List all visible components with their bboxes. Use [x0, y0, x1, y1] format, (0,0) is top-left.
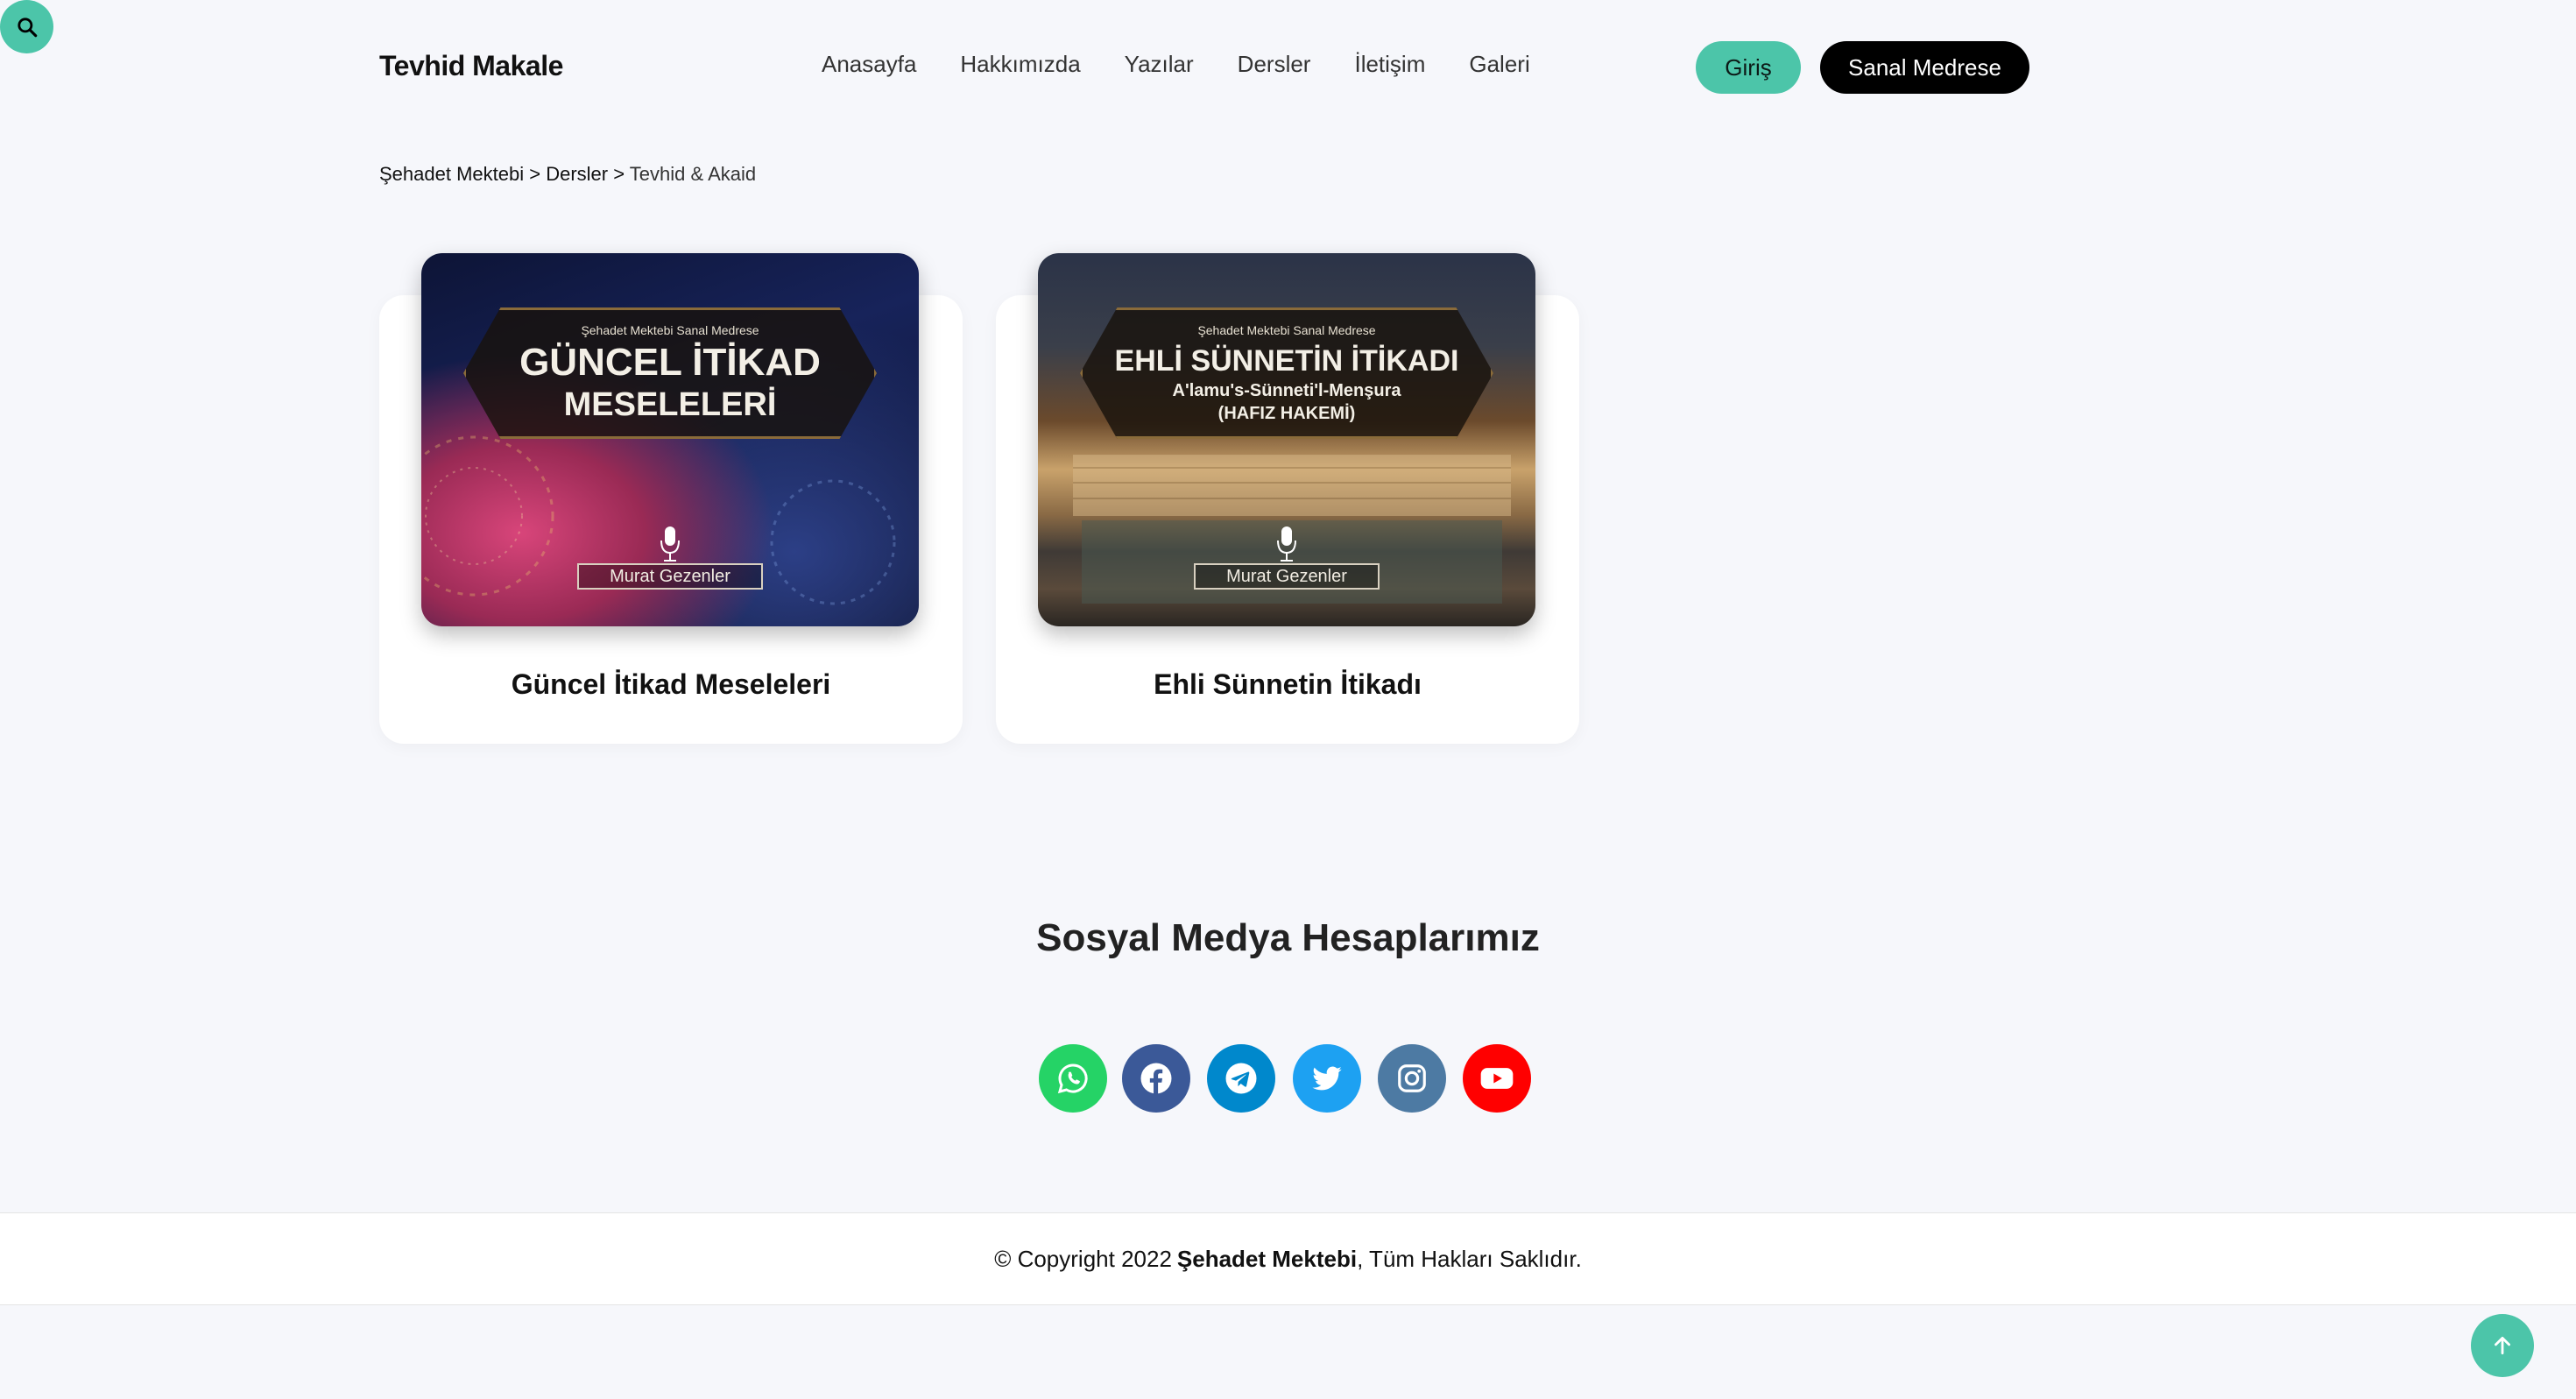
- course-card-ehli-sunnet[interactable]: Şehadet Mektebi Sanal Medrese EHLİ SÜNNE…: [996, 253, 1579, 744]
- twitter-icon: [1312, 1066, 1342, 1091]
- thumbnail-headline: GÜNCEL İTİKAD: [519, 341, 821, 384]
- course-thumbnail[interactable]: Şehadet Mektebi Sanal Medrese EHLİ SÜNNE…: [1038, 253, 1535, 626]
- search-button[interactable]: [0, 0, 53, 53]
- copyright-bar: © Copyright 2022 Şehadet Mektebi , Tüm H…: [0, 1212, 2576, 1305]
- thumbnail-headline: EHLİ SÜNNETİN İTİKADI: [1114, 344, 1459, 378]
- telegram-icon: [1225, 1063, 1257, 1094]
- nav-iletisim[interactable]: İletişim: [1354, 51, 1425, 78]
- instagram-icon: [1398, 1064, 1426, 1092]
- arrow-up-icon: [2495, 1336, 2510, 1355]
- site-header: Tevhid Makale Anasayfa Hakkımızda Yazıla…: [0, 0, 2576, 133]
- whatsapp-icon: [1057, 1063, 1088, 1094]
- copyright-prefix: © Copyright 2022: [994, 1245, 1172, 1272]
- copyright-owner: Şehadet Mektebi: [1176, 1245, 1358, 1272]
- breadcrumb-separator: >: [529, 163, 547, 185]
- breadcrumb-dersler[interactable]: Dersler: [546, 163, 608, 185]
- twitter-link[interactable]: [1293, 1044, 1361, 1113]
- breadcrumb-home[interactable]: Şehadet Mektebi: [379, 163, 524, 185]
- thumbnail-subheadline-2: (HAFIZ HAKEMİ): [1217, 404, 1356, 423]
- thumbnail-overline: Şehadet Mektebi Sanal Medrese: [581, 323, 759, 337]
- breadcrumb-current: Tevhid & Akaid: [629, 163, 757, 185]
- microphone-icon: [660, 526, 680, 562]
- search-icon: [17, 17, 37, 37]
- whatsapp-link[interactable]: [1039, 1044, 1107, 1113]
- thumbnail-overline: Şehadet Mektebi Sanal Medrese: [1197, 323, 1376, 337]
- thumbnail-author: Murat Gezenler: [577, 563, 763, 590]
- thumbnail-headline-2: MESELELERİ: [563, 386, 777, 423]
- social-section-title: Sosyal Medya Hesaplarımız: [1036, 916, 1540, 959]
- thumbnail-subheadline: A'lamu's-Sünneti'l-Menşura: [1172, 381, 1401, 400]
- microphone-icon: [1277, 526, 1296, 562]
- facebook-link[interactable]: [1122, 1044, 1190, 1113]
- course-title[interactable]: Güncel İtikad Meseleleri: [379, 668, 963, 701]
- main-nav: Anasayfa Hakkımızda Yazılar Dersler İlet…: [822, 51, 1574, 78]
- course-thumbnail[interactable]: Şehadet Mektebi Sanal Medrese GÜNCEL İTİ…: [421, 253, 919, 626]
- nav-anasayfa[interactable]: Anasayfa: [822, 51, 916, 78]
- breadcrumb: Şehadet Mektebi > Dersler > Tevhid & Aka…: [379, 163, 756, 186]
- breadcrumb-separator: >: [613, 163, 630, 185]
- course-title[interactable]: Ehli Sünnetin İtikadı: [996, 668, 1579, 701]
- facebook-icon: [1140, 1063, 1172, 1094]
- login-button[interactable]: Giriş: [1696, 41, 1801, 94]
- nav-dersler[interactable]: Dersler: [1238, 51, 1311, 78]
- instagram-link[interactable]: [1378, 1044, 1446, 1113]
- sanal-medrese-button[interactable]: Sanal Medrese: [1820, 41, 2029, 94]
- youtube-icon: [1480, 1068, 1514, 1089]
- back-to-top-button[interactable]: [2471, 1314, 2534, 1377]
- copyright-suffix: , Tüm Hakları Saklıdır.: [1357, 1245, 1582, 1272]
- site-logo[interactable]: Tevhid Makale: [379, 50, 563, 82]
- thumbnail-author: Murat Gezenler: [1194, 563, 1380, 590]
- course-card-guncel-itikad[interactable]: Şehadet Mektebi Sanal Medrese GÜNCEL İTİ…: [379, 253, 963, 744]
- nav-hakkimizda[interactable]: Hakkımızda: [960, 51, 1080, 78]
- youtube-link[interactable]: [1463, 1044, 1531, 1113]
- nav-yazilar[interactable]: Yazılar: [1125, 51, 1194, 78]
- telegram-link[interactable]: [1207, 1044, 1275, 1113]
- nav-galeri[interactable]: Galeri: [1469, 51, 1529, 78]
